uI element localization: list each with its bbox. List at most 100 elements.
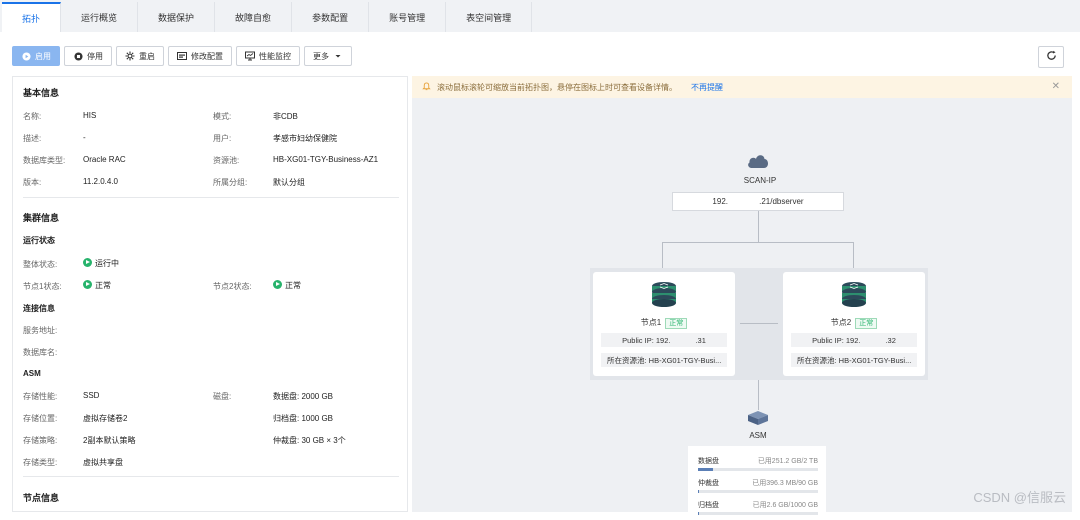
- node-card-1[interactable]: 节点1 正常 Public IP: 192. .31 所在资源池: HB-XG01…: [593, 272, 735, 376]
- connector-line: [740, 323, 778, 324]
- overall-status-value: 运行中: [83, 258, 119, 269]
- start-button-label: 启用: [35, 51, 51, 61]
- asm-archive-disk-used: 已用2.6 GB/1000 GB: [752, 502, 818, 509]
- connector-line: [758, 211, 759, 243]
- database-server-icon: [840, 280, 868, 310]
- usage-bar-fill: [698, 512, 700, 515]
- storage-policy-label: 存储策略:: [23, 436, 58, 445]
- connector-line: [662, 242, 663, 268]
- connector-line: [853, 242, 854, 268]
- pool-value: HB-XG01-TGY-Business-AZ1: [273, 155, 379, 164]
- asm-data-disk-used: 已用251.2 GB/2 TB: [757, 458, 818, 465]
- tip-text: 滚动鼠标滚轮可缩放当前拓扑图，悬停在图标上时可查看设备详情。: [437, 82, 677, 92]
- restart-button-label: 重启: [139, 51, 155, 61]
- node-group: 节点1 正常 Public IP: 192. .31 所在资源池: HB-XG01…: [590, 268, 928, 380]
- tab-overview[interactable]: 运行概览: [61, 2, 139, 32]
- tab-data-protection[interactable]: 数据保护: [138, 2, 216, 32]
- storage-perf-label: 存储性能:: [23, 392, 58, 401]
- more-dropdown[interactable]: 更多: [304, 46, 352, 66]
- watermark: CSDN @信服云: [973, 490, 1066, 505]
- more-dropdown-label: 更多: [313, 51, 329, 61]
- asm-archive-disk-name: 归档盘: [698, 502, 719, 509]
- cloud-icon[interactable]: [746, 152, 770, 172]
- asm-label: ASM: [749, 431, 767, 440]
- version-value: 11.2.0.4.0: [83, 177, 118, 186]
- node2-status-label: 节点2状态:: [213, 282, 252, 291]
- run-status-title: 运行状态: [23, 236, 55, 245]
- overall-status-label: 整体状态:: [23, 260, 58, 269]
- tip-banner: 滚动鼠标滚轮可缩放当前拓扑图，悬停在图标上时可查看设备详情。 不再提醒 ✕: [412, 76, 1072, 98]
- asm-data-disk-name: 数据盘: [698, 458, 719, 465]
- basic-info-title: 基本信息: [23, 88, 60, 98]
- storage-icon[interactable]: [746, 409, 770, 429]
- scan-ip-box[interactable]: 192. .21/dbserver: [672, 192, 844, 211]
- status-badge: 正常: [855, 318, 878, 329]
- asm-usage-card[interactable]: 数据盘 已用251.2 GB/2 TB 仲裁盘 已用396.3 MB/90 GB 归…: [688, 446, 826, 520]
- node-2-pool: 所在资源池: HB-XG01-TGY-Busi...: [791, 353, 917, 367]
- gear-icon: [125, 51, 135, 61]
- restart-button[interactable]: 重启: [116, 46, 164, 66]
- db-name-label: 数据库名:: [23, 348, 58, 357]
- connector-line: [758, 380, 759, 410]
- data-disk-value: 数据盘: 2000 GB: [273, 392, 334, 401]
- storage-policy-value: 2副本默认策略: [83, 436, 136, 445]
- storage-location-value: 虚拟存储卷2: [83, 414, 128, 423]
- connection-info-title: 连接信息: [23, 304, 55, 313]
- node1-status-label: 节点1状态:: [23, 282, 62, 291]
- running-icon: [83, 280, 92, 289]
- connector-line: [662, 242, 854, 243]
- node-card-2[interactable]: 节点2 正常 Public IP: 192. .32 所在资源池: HB-XG01…: [783, 272, 925, 376]
- disk-label: 磁盘:: [213, 392, 232, 401]
- toolbar: 启用 停用 重启 修改配置 性能监控 更多: [12, 46, 352, 66]
- dismiss-tip-link[interactable]: 不再提醒: [691, 82, 723, 93]
- node1-status-value: 正常: [83, 280, 111, 291]
- asm-data-disk-row: 数据盘 已用251.2 GB/2 TB: [698, 456, 818, 466]
- node-1-label: 节点1: [640, 318, 662, 327]
- performance-monitor-button-label: 性能监控: [259, 51, 291, 61]
- tab-tablespace[interactable]: 表空间管理: [446, 2, 533, 32]
- refresh-button[interactable]: [1038, 46, 1064, 68]
- topology-panel[interactable]: 滚动鼠标滚轮可缩放当前拓扑图，悬停在图标上时可查看设备详情。 不再提醒 ✕ SC…: [412, 76, 1072, 520]
- cluster-info-title: 集群信息: [23, 213, 60, 223]
- info-panel: 基本信息 名称: HIS 模式: 非CDB 描述: - 用户: 孝感市妇幼保健院…: [12, 76, 408, 512]
- close-icon[interactable]: ✕: [1052, 81, 1060, 92]
- tab-accounts[interactable]: 账号管理: [369, 2, 447, 32]
- desc-value: -: [83, 133, 86, 142]
- tab-topology[interactable]: 拓扑: [2, 2, 62, 32]
- tab-bar: 拓扑 运行概览 数据保护 故障自愈 参数配置 账号管理 表空间管理: [0, 0, 1080, 32]
- node-1-pool: 所在资源池: HB-XG01-TGY-Busi...: [601, 353, 727, 367]
- asm-archive-disk-row: 归档盘 已用2.6 GB/1000 GB: [698, 500, 818, 510]
- user-value: 孝感市妇幼保健院: [273, 134, 337, 143]
- usage-bar: [698, 512, 818, 515]
- asm-arbitration-disk-name: 仲裁盘: [698, 480, 719, 487]
- node-info-title: 节点信息: [23, 493, 60, 503]
- asm-title: ASM: [23, 369, 41, 378]
- stop-button-label: 停用: [87, 51, 103, 61]
- bell-icon: [422, 81, 431, 93]
- node1-status-text: 正常: [95, 281, 111, 290]
- tab-self-healing[interactable]: 故障自愈: [215, 2, 293, 32]
- storage-perf-value: SSD: [83, 391, 100, 400]
- stop-icon: [73, 51, 83, 61]
- storage-type-label: 存储类型:: [23, 458, 58, 467]
- usage-bar: [698, 468, 818, 471]
- node-2-name: 节点2 正常: [783, 317, 925, 329]
- start-button[interactable]: 启用: [12, 46, 60, 66]
- group-value: 默认分组: [273, 178, 305, 187]
- asm-arbitration-disk-used: 已用396.3 MB/90 GB: [752, 480, 818, 487]
- performance-monitor-button[interactable]: 性能监控: [236, 46, 300, 66]
- arbitration-disk-value: 仲裁盘: 30 GB × 3个: [273, 436, 346, 445]
- node-2-label: 节点2: [830, 318, 852, 327]
- overall-status-text: 运行中: [95, 259, 119, 268]
- dbtype-label: 数据库类型:: [23, 156, 66, 165]
- archive-disk-value: 归档盘: 1000 GB: [273, 414, 334, 423]
- status-badge: 正常: [665, 318, 688, 329]
- mode-label: 模式:: [213, 112, 232, 121]
- config-icon: [177, 51, 187, 61]
- service-address-label: 服务地址:: [23, 326, 58, 335]
- storage-type-value: 虚拟共享盘: [83, 458, 123, 467]
- modify-config-button[interactable]: 修改配置: [168, 46, 232, 66]
- tab-parameters[interactable]: 参数配置: [292, 2, 370, 32]
- stop-button[interactable]: 停用: [64, 46, 112, 66]
- running-icon: [273, 280, 282, 289]
